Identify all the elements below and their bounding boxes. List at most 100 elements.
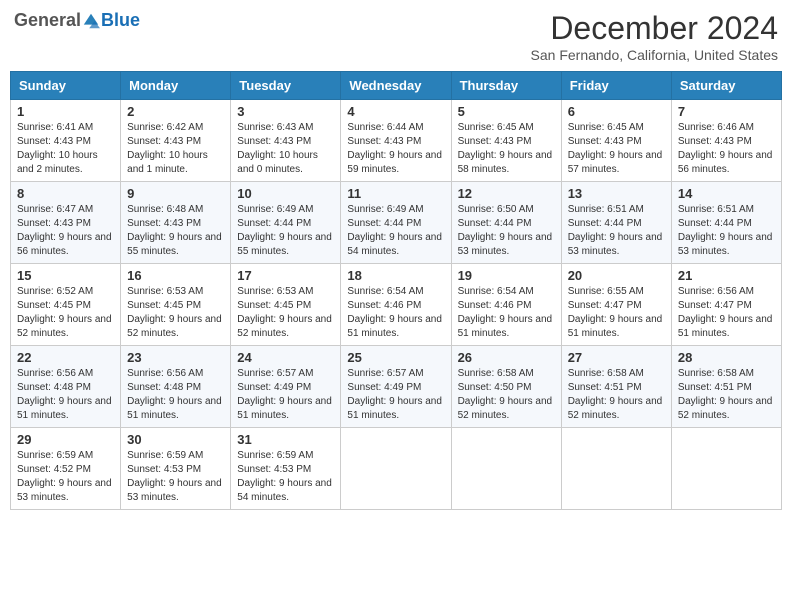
calendar-cell: 15 Sunrise: 6:52 AMSunset: 4:45 PMDayligh…	[11, 264, 121, 346]
calendar-cell: 26Sunrise: 6:58 AMSunset: 4:50 PMDayligh…	[451, 346, 561, 428]
day-number: 4	[347, 104, 444, 119]
day-info: Sunrise: 6:56 AMSunset: 4:48 PMDaylight:…	[17, 367, 114, 423]
week-row-2: 8Sunrise: 6:47 AMSunset: 4:43 PMDaylight…	[11, 182, 782, 264]
day-info: Sunrise: 6:53 AMSunset: 4:45 PMDaylight:…	[237, 285, 334, 341]
day-info: Sunrise: 6:57 AMSunset: 4:49 PMDaylight:…	[347, 367, 444, 423]
weekday-header-tuesday: Tuesday	[231, 72, 341, 100]
day-info: Sunrise: 6:53 AMSunset: 4:45 PMDaylight:…	[127, 285, 224, 341]
calendar-cell: 3 Sunrise: 6:43 AMSunset: 4:43 PMDaylight…	[231, 100, 341, 182]
day-number: 5	[458, 104, 555, 119]
calendar-cell: 9 Sunrise: 6:48 AMSunset: 4:43 PMDaylight…	[121, 182, 231, 264]
page-header: General Blue December 2024 San Fernando,…	[10, 10, 782, 63]
day-number: 22	[17, 350, 114, 365]
day-number: 13	[568, 186, 665, 201]
month-title: December 2024	[531, 10, 778, 47]
day-info: Sunrise: 6:44 AMSunset: 4:43 PMDaylight:…	[347, 121, 444, 177]
calendar-cell	[451, 428, 561, 510]
logo-icon	[82, 12, 100, 30]
day-number: 31	[237, 432, 334, 447]
calendar-cell: 29 Sunrise: 6:59 AMSunset: 4:52 PMDayligh…	[11, 428, 121, 510]
calendar-cell: 19Sunrise: 6:54 AMSunset: 4:46 PMDayligh…	[451, 264, 561, 346]
weekday-header-saturday: Saturday	[671, 72, 781, 100]
calendar-cell: 8Sunrise: 6:47 AMSunset: 4:43 PMDaylight…	[11, 182, 121, 264]
calendar-cell: 20Sunrise: 6:55 AMSunset: 4:47 PMDayligh…	[561, 264, 671, 346]
calendar-cell	[671, 428, 781, 510]
day-number: 28	[678, 350, 775, 365]
title-block: December 2024 San Fernando, California, …	[531, 10, 778, 63]
calendar-cell: 28 Sunrise: 6:58 AMSunset: 4:51 PMDayligh…	[671, 346, 781, 428]
week-row-1: 1 Sunrise: 6:41 AMSunset: 4:43 PMDaylight…	[11, 100, 782, 182]
day-info: Sunrise: 6:46 AMSunset: 4:43 PMDaylight:…	[678, 121, 775, 177]
calendar-cell: 27 Sunrise: 6:58 AMSunset: 4:51 PMDayligh…	[561, 346, 671, 428]
day-number: 29	[17, 432, 114, 447]
day-info: Sunrise: 6:48 AMSunset: 4:43 PMDaylight:…	[127, 203, 224, 259]
day-info: Sunrise: 6:51 AMSunset: 4:44 PMDaylight:…	[678, 203, 775, 259]
week-row-4: 22 Sunrise: 6:56 AMSunset: 4:48 PMDayligh…	[11, 346, 782, 428]
day-number: 2	[127, 104, 224, 119]
day-info: Sunrise: 6:54 AMSunset: 4:46 PMDaylight:…	[347, 285, 444, 341]
week-row-3: 15 Sunrise: 6:52 AMSunset: 4:45 PMDayligh…	[11, 264, 782, 346]
day-number: 12	[458, 186, 555, 201]
day-number: 30	[127, 432, 224, 447]
calendar-cell: 6 Sunrise: 6:45 AMSunset: 4:43 PMDaylight…	[561, 100, 671, 182]
day-info: Sunrise: 6:50 AMSunset: 4:44 PMDaylight:…	[458, 203, 555, 259]
day-info: Sunrise: 6:59 AMSunset: 4:53 PMDaylight:…	[237, 449, 334, 505]
weekday-header-wednesday: Wednesday	[341, 72, 451, 100]
day-number: 11	[347, 186, 444, 201]
day-info: Sunrise: 6:57 AMSunset: 4:49 PMDaylight:…	[237, 367, 334, 423]
calendar-cell: 18 Sunrise: 6:54 AMSunset: 4:46 PMDayligh…	[341, 264, 451, 346]
calendar-cell: 5Sunrise: 6:45 AMSunset: 4:43 PMDaylight…	[451, 100, 561, 182]
day-number: 9	[127, 186, 224, 201]
day-number: 17	[237, 268, 334, 283]
day-number: 15	[17, 268, 114, 283]
day-info: Sunrise: 6:49 AMSunset: 4:44 PMDaylight:…	[347, 203, 444, 259]
week-row-5: 29 Sunrise: 6:59 AMSunset: 4:52 PMDayligh…	[11, 428, 782, 510]
calendar-cell: 31 Sunrise: 6:59 AMSunset: 4:53 PMDayligh…	[231, 428, 341, 510]
weekday-header-row: SundayMondayTuesdayWednesdayThursdayFrid…	[11, 72, 782, 100]
day-number: 7	[678, 104, 775, 119]
day-info: Sunrise: 6:58 AMSunset: 4:50 PMDaylight:…	[458, 367, 555, 423]
day-number: 24	[237, 350, 334, 365]
calendar-cell: 14Sunrise: 6:51 AMSunset: 4:44 PMDayligh…	[671, 182, 781, 264]
weekday-header-friday: Friday	[561, 72, 671, 100]
day-number: 1	[17, 104, 114, 119]
weekday-header-monday: Monday	[121, 72, 231, 100]
day-info: Sunrise: 6:43 AMSunset: 4:43 PMDaylight:…	[237, 121, 334, 177]
day-info: Sunrise: 6:58 AMSunset: 4:51 PMDaylight:…	[568, 367, 665, 423]
day-number: 25	[347, 350, 444, 365]
day-info: Sunrise: 6:49 AMSunset: 4:44 PMDaylight:…	[237, 203, 334, 259]
calendar-cell: 2 Sunrise: 6:42 AMSunset: 4:43 PMDaylight…	[121, 100, 231, 182]
calendar-cell: 7 Sunrise: 6:46 AMSunset: 4:43 PMDaylight…	[671, 100, 781, 182]
day-number: 16	[127, 268, 224, 283]
day-number: 3	[237, 104, 334, 119]
calendar-cell: 24 Sunrise: 6:57 AMSunset: 4:49 PMDayligh…	[231, 346, 341, 428]
day-info: Sunrise: 6:59 AMSunset: 4:53 PMDaylight:…	[127, 449, 224, 505]
day-number: 20	[568, 268, 665, 283]
calendar-cell	[561, 428, 671, 510]
day-info: Sunrise: 6:54 AMSunset: 4:46 PMDaylight:…	[458, 285, 555, 341]
calendar-table: SundayMondayTuesdayWednesdayThursdayFrid…	[10, 71, 782, 510]
calendar-cell: 1 Sunrise: 6:41 AMSunset: 4:43 PMDaylight…	[11, 100, 121, 182]
weekday-header-sunday: Sunday	[11, 72, 121, 100]
day-number: 18	[347, 268, 444, 283]
weekday-header-thursday: Thursday	[451, 72, 561, 100]
calendar-cell: 11 Sunrise: 6:49 AMSunset: 4:44 PMDayligh…	[341, 182, 451, 264]
day-info: Sunrise: 6:42 AMSunset: 4:43 PMDaylight:…	[127, 121, 224, 177]
calendar-cell: 17 Sunrise: 6:53 AMSunset: 4:45 PMDayligh…	[231, 264, 341, 346]
day-number: 27	[568, 350, 665, 365]
day-info: Sunrise: 6:56 AMSunset: 4:47 PMDaylight:…	[678, 285, 775, 341]
day-info: Sunrise: 6:58 AMSunset: 4:51 PMDaylight:…	[678, 367, 775, 423]
day-number: 6	[568, 104, 665, 119]
day-info: Sunrise: 6:45 AMSunset: 4:43 PMDaylight:…	[568, 121, 665, 177]
calendar-cell: 25 Sunrise: 6:57 AMSunset: 4:49 PMDayligh…	[341, 346, 451, 428]
calendar-cell: 12 Sunrise: 6:50 AMSunset: 4:44 PMDayligh…	[451, 182, 561, 264]
day-info: Sunrise: 6:56 AMSunset: 4:48 PMDaylight:…	[127, 367, 224, 423]
day-info: Sunrise: 6:52 AMSunset: 4:45 PMDaylight:…	[17, 285, 114, 341]
day-info: Sunrise: 6:59 AMSunset: 4:52 PMDaylight:…	[17, 449, 114, 505]
logo: General Blue	[14, 10, 140, 31]
calendar-cell: 21Sunrise: 6:56 AMSunset: 4:47 PMDayligh…	[671, 264, 781, 346]
day-number: 10	[237, 186, 334, 201]
day-info: Sunrise: 6:51 AMSunset: 4:44 PMDaylight:…	[568, 203, 665, 259]
calendar-cell: 4 Sunrise: 6:44 AMSunset: 4:43 PMDaylight…	[341, 100, 451, 182]
day-info: Sunrise: 6:41 AMSunset: 4:43 PMDaylight:…	[17, 121, 114, 177]
